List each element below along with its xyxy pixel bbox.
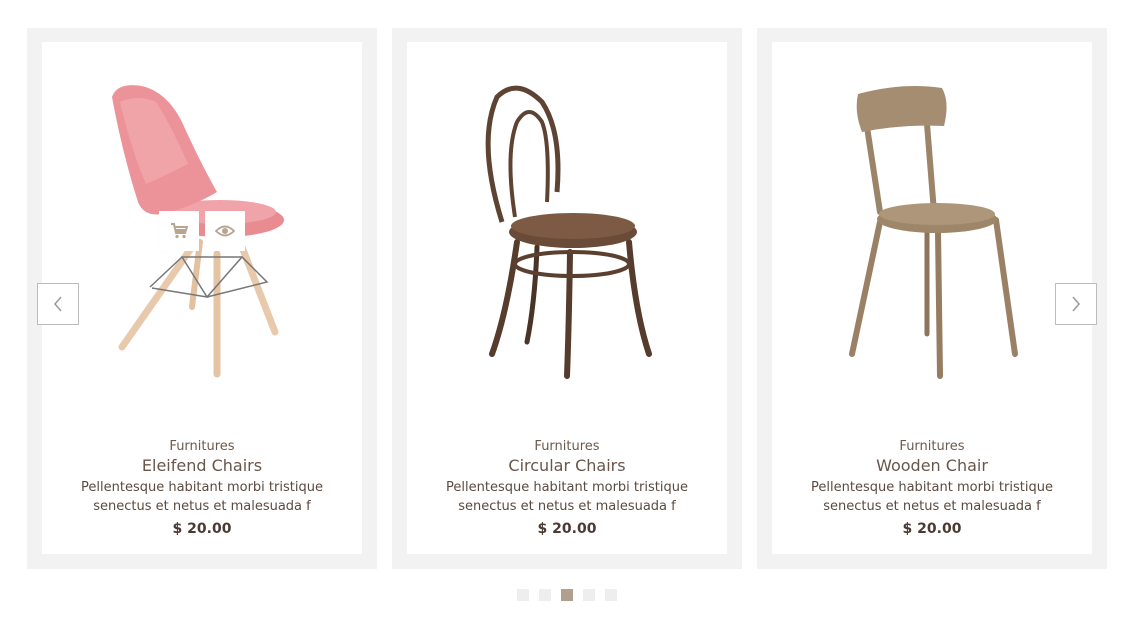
product-title[interactable]: Wooden Chair [772, 456, 1092, 476]
product-category[interactable]: Furnitures [407, 438, 727, 456]
chevron-right-icon [1072, 296, 1080, 312]
product-meta: Furnitures Wooden Chair Pellentesque hab… [772, 438, 1092, 539]
product-price: $ 20.00 [172, 521, 232, 537]
wooden-chair-image[interactable] [772, 42, 1092, 432]
carousel-prev-button[interactable] [37, 283, 79, 325]
product-description: Pellentesque habitant morbi tristique se… [811, 480, 1053, 514]
product-title[interactable]: Circular Chairs [407, 456, 727, 476]
pagination-dot[interactable] [517, 589, 529, 601]
product-category[interactable]: Furnitures [772, 438, 1092, 456]
quick-view-button[interactable] [205, 211, 245, 251]
quick-actions [159, 211, 245, 251]
product-card-inner: Furnitures Wooden Chair Pellentesque hab… [772, 42, 1092, 554]
cart-icon [171, 223, 188, 239]
pagination-dot[interactable] [583, 589, 595, 601]
product-meta: Furnitures Circular Chairs Pellentesque … [407, 438, 727, 539]
product-price: $ 20.00 [537, 521, 597, 537]
product-description: Pellentesque habitant morbi tristique se… [446, 480, 688, 514]
pagination-dot[interactable] [539, 589, 551, 601]
product-category[interactable]: Furnitures [42, 438, 362, 456]
product-card-inner: Furnitures Eleifend Chairs Pellentesque … [42, 42, 362, 554]
eye-icon [215, 225, 235, 237]
product-card[interactable]: Furnitures Circular Chairs Pellentesque … [392, 28, 742, 569]
product-card[interactable]: Furnitures Eleifend Chairs Pellentesque … [27, 28, 377, 569]
add-to-cart-button[interactable] [159, 211, 199, 251]
product-card-inner: Furnitures Circular Chairs Pellentesque … [407, 42, 727, 554]
product-meta: Furnitures Eleifend Chairs Pellentesque … [42, 438, 362, 539]
pagination-dot[interactable] [605, 589, 617, 601]
pagination-dot-active[interactable] [561, 589, 573, 601]
carousel-pagination [517, 589, 617, 601]
product-carousel: Furnitures Eleifend Chairs Pellentesque … [0, 0, 1134, 623]
bentwood-chair-image[interactable] [407, 42, 727, 432]
carousel-next-button[interactable] [1055, 283, 1097, 325]
product-title[interactable]: Eleifend Chairs [42, 456, 362, 476]
product-description: Pellentesque habitant morbi tristique se… [81, 480, 323, 514]
product-price: $ 20.00 [902, 521, 962, 537]
chevron-left-icon [54, 296, 62, 312]
